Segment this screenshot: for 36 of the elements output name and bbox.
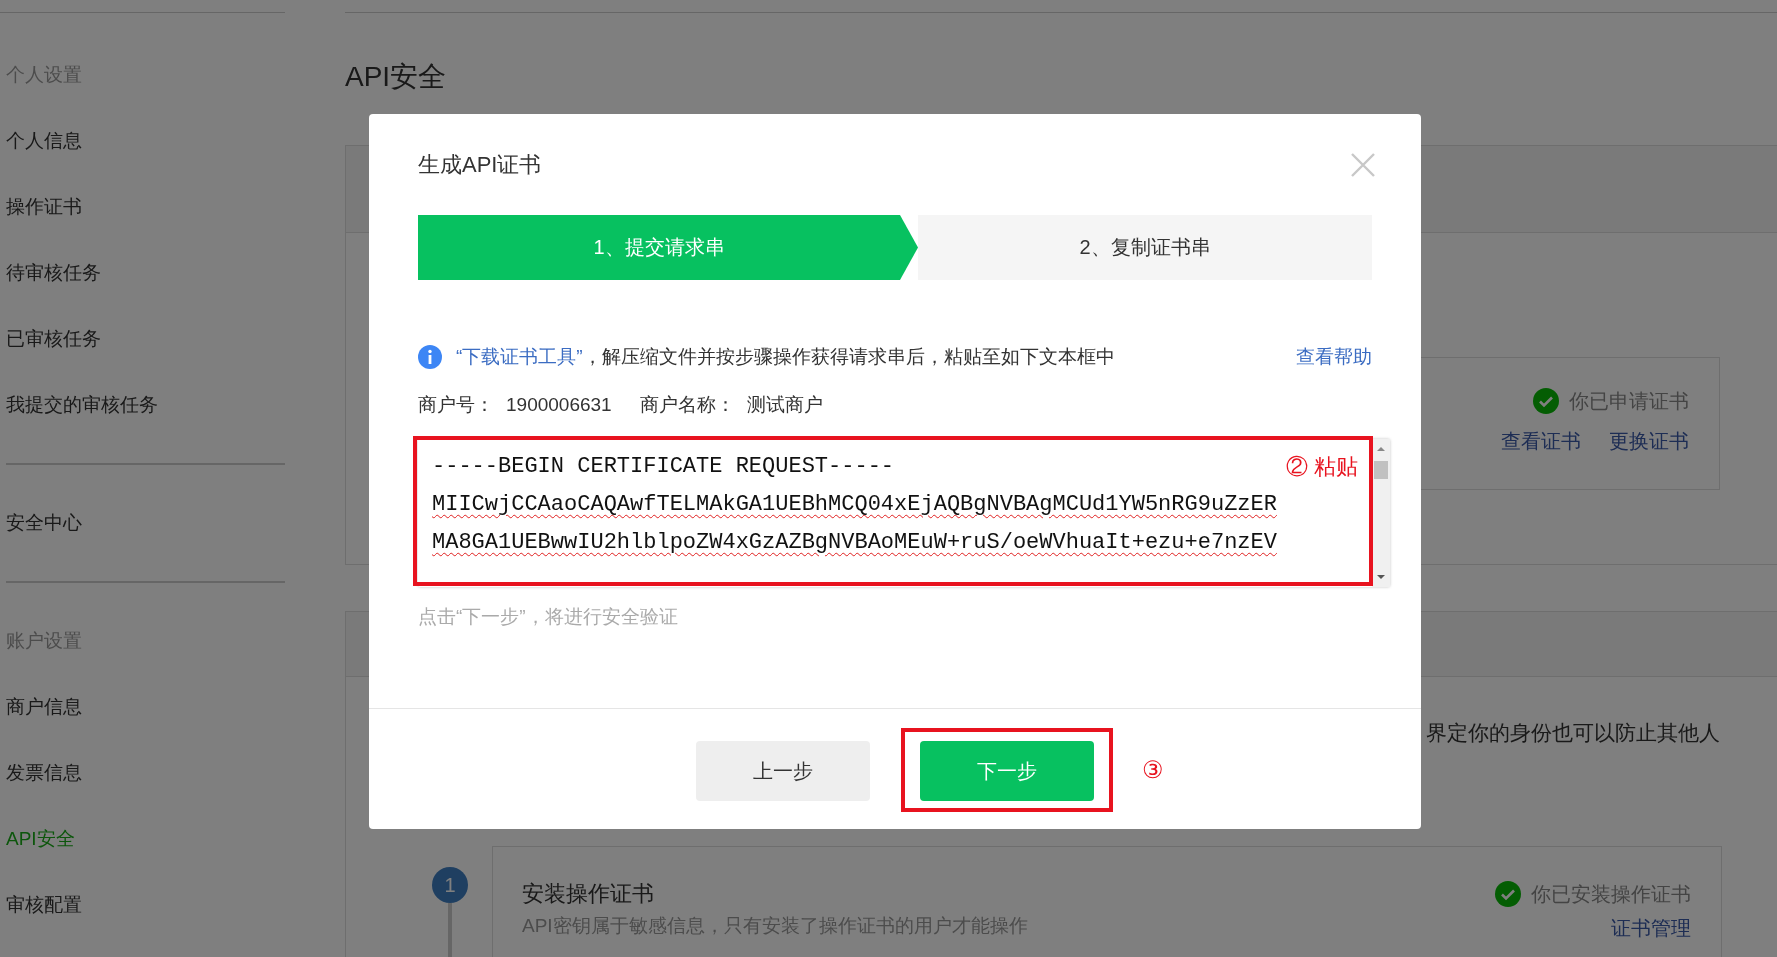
sidebar-item[interactable]: 审核配置	[0, 872, 82, 938]
certificate-link[interactable]: 查看证书	[1501, 427, 1581, 455]
sidebar-item[interactable]: 我提交的审核任务	[0, 372, 158, 438]
check-icon	[1495, 881, 1521, 907]
close-icon	[1350, 152, 1376, 178]
sidebar-item[interactable]: 商户信息	[0, 674, 82, 740]
dialog-title: 生成API证书	[418, 151, 542, 179]
sidebar-item[interactable]: 发票信息	[0, 740, 82, 806]
sidebar-item[interactable]: 待审核任务	[0, 240, 101, 306]
check-icon	[1533, 388, 1559, 414]
sidebar-item[interactable]: 安全中心	[0, 490, 82, 556]
status-text: 你已安装操作证书	[1531, 882, 1691, 907]
sidebar-item[interactable]: 个人信息	[0, 108, 82, 174]
status-text: 你已申请证书	[1569, 389, 1689, 414]
field-value: 1900006631	[506, 394, 612, 415]
annotation-text: ③	[1142, 755, 1164, 785]
info-icon	[418, 345, 442, 369]
step-title: 安装操作证书	[522, 880, 655, 908]
sidebar-item[interactable]: 操作证书	[0, 174, 82, 240]
request-field[interactable]: -----BEGIN CERTIFICATE REQUEST----- MIICwjCCAaoCAQAwfTELMAkGA1UEBhMCQ04xEjAQBgNVBAgMCUd1YW5nRG9uZzER MA8GA1UEBwwIU2hlblpoZW4xGzAZBgNVBAoMEuW+ruS/oeWVhuaIt+ezu+e7nzEV	[418, 439, 1281, 587]
step-number: 1	[432, 867, 468, 903]
help-link[interactable]: 查看帮助	[1296, 344, 1372, 370]
next-button[interactable]: 下一步	[920, 741, 1094, 801]
certificate-link[interactable]: 更换证书	[1609, 427, 1689, 455]
sidebar-item[interactable]: 已审核任务	[0, 306, 101, 372]
hint-text: 点击“下一步”，将进行安全验证	[418, 605, 678, 629]
previous-button[interactable]: 上一步	[696, 741, 870, 801]
annotation-text: ② 粘贴	[1286, 453, 1359, 481]
field-label: 商户号：	[418, 394, 494, 415]
download-tool-link[interactable]: “下载证书工具”	[456, 346, 583, 367]
certificate-link[interactable]: 证书管理	[1611, 914, 1691, 942]
notice-text: “下载证书工具”，解压缩文件并按步骤操作获得请求串后，粘贴至如下文本框中	[456, 345, 1116, 369]
page-title: API安全	[345, 60, 447, 94]
field-label: 商户名称：	[639, 394, 735, 415]
description-text: 界定你的身份也可以防止其他人	[1426, 720, 1720, 746]
field-value: 测试商户	[746, 394, 823, 415]
